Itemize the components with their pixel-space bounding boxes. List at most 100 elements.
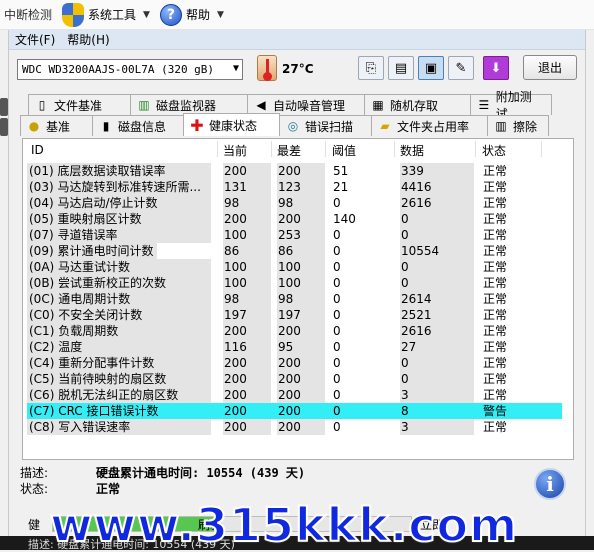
- table-row[interactable]: (0C) 通电周期计数 98 98 0 2614 正常: [27, 291, 562, 307]
- worst-value: 98: [277, 195, 325, 211]
- speaker-icon: ◀: [256, 98, 266, 112]
- tab-folder-usage[interactable]: ▰ 文件夹占用率: [371, 115, 488, 136]
- bulb-icon: ●: [28, 119, 40, 133]
- column-divider: [325, 141, 326, 157]
- app-toolbar: WDC WD3200AAJS-00L7A (320 gB) ▼ 27°C ⎘ ▤…: [9, 50, 585, 86]
- attribute-name: (C4) 重新分配事件计数: [27, 355, 211, 371]
- column-header-worst[interactable]: 最差: [277, 142, 301, 159]
- host-title: 中断检测: [4, 8, 53, 22]
- column-header-threshold[interactable]: 阈值: [332, 142, 356, 159]
- worst-value: 100: [277, 275, 325, 291]
- worst-value: 197: [277, 307, 325, 323]
- status-value: 正常: [483, 276, 508, 290]
- threshold-value: 0: [333, 260, 341, 274]
- attribute-name: (04) 马达启动/停止计数: [27, 195, 211, 211]
- options-button[interactable]: ✎: [448, 56, 474, 80]
- description-label: 描述:: [20, 466, 49, 480]
- table-row[interactable]: (07) 寻道错误率 100 253 0 0 正常: [27, 227, 562, 243]
- table-row[interactable]: (03) 马达旋转到标准转速所需... 131 123 21 4416 正常: [27, 179, 562, 195]
- current-value: 98: [223, 291, 271, 307]
- threshold-value: 0: [333, 388, 341, 402]
- tab-label: 自动噪音管理: [273, 98, 346, 113]
- table-row[interactable]: (C1) 负载周期数 200 200 0 2616 正常: [27, 323, 562, 339]
- tab-erase[interactable]: ▥ 擦除: [487, 115, 549, 136]
- screenshot-button[interactable]: ▣: [418, 56, 444, 80]
- data-value: 0: [400, 355, 474, 371]
- table-row[interactable]: (C5) 当前待映射的扇区数 200 200 0 0 正常: [27, 371, 562, 387]
- tab-error-scan[interactable]: ◎ 错误扫描: [279, 115, 372, 136]
- tab-disk-monitor[interactable]: ▥ 磁盘监视器: [130, 94, 248, 115]
- save-button[interactable]: ⬇: [483, 56, 509, 80]
- data-value: 0: [400, 211, 474, 227]
- tab-extra-tests[interactable]: ☰ 附加测试: [470, 90, 552, 121]
- drive-select[interactable]: WDC WD3200AAJS-00L7A (320 gB) ▼: [17, 59, 243, 80]
- attribute-name: (07) 寻道错误率: [27, 227, 211, 243]
- data-value: 3: [400, 387, 474, 403]
- magnifier-icon: ◎: [287, 119, 299, 133]
- worst-value: 200: [277, 387, 325, 403]
- system-tools-menu[interactable]: 系统工具 ▼: [62, 2, 150, 27]
- copy-image-button[interactable]: ▤: [388, 56, 414, 80]
- tab-file-benchmark[interactable]: ▯ 文件基准: [28, 94, 131, 115]
- worst-value: 100: [277, 259, 325, 275]
- table-row[interactable]: (C8) 写入错误速率 200 200 0 3 正常: [27, 419, 562, 435]
- status-value: 正常: [483, 244, 508, 258]
- table-row[interactable]: (0B) 尝试重新校正的次数 100 100 0 0 正常: [27, 275, 562, 291]
- tab-label: 错误扫描: [305, 119, 354, 134]
- table-row[interactable]: (C7) CRC 接口错误计数 200 200 0 8 警告: [27, 403, 562, 419]
- side-mark: [0, 98, 8, 116]
- grid-icon: ▦: [372, 98, 384, 112]
- data-value: 8: [401, 404, 409, 418]
- tab-disk-info[interactable]: ▮ 磁盘信息: [92, 115, 184, 136]
- disk-icon: ▮: [102, 119, 110, 133]
- current-value: 200: [223, 387, 271, 403]
- tab-label: 磁盘信息: [118, 119, 167, 134]
- tab-random-access[interactable]: ▦ 随机存取: [364, 94, 471, 115]
- tab-benchmark[interactable]: ● 基准: [20, 115, 93, 136]
- tabs-bottom-row: ● 基准 ▮ 磁盘信息 ✚ 健康状态 ◎ 错误扫描 ▰ 文件夹占用率 ▥ 擦除: [20, 113, 549, 136]
- table-row[interactable]: (C2) 温度 116 95 0 27 正常: [27, 339, 562, 355]
- table-row[interactable]: (09) 累计通电时间计数 86 86 0 10554 正常: [27, 243, 562, 259]
- current-value: 131: [223, 179, 271, 195]
- copy-text-button[interactable]: ⎘: [358, 56, 384, 80]
- current-value: 116: [223, 339, 271, 355]
- worst-value: 123: [277, 179, 325, 195]
- column-header-status[interactable]: 状态: [482, 142, 506, 159]
- copy-icon: ⎘: [365, 60, 377, 76]
- tab-health[interactable]: ✚ 健康状态: [183, 113, 280, 136]
- attribute-name: (C8) 写入错误速率: [27, 419, 211, 435]
- attribute-name: (0B) 尝试重新校正的次数: [27, 275, 211, 291]
- column-header-id[interactable]: ID: [31, 143, 44, 157]
- column-header-current[interactable]: 当前: [223, 142, 247, 159]
- status-value: 正常: [483, 260, 508, 274]
- tab-aam[interactable]: ◀ 自动噪音管理: [247, 94, 365, 115]
- column-divider: [475, 141, 476, 157]
- status-value: 正常: [483, 164, 508, 178]
- table-row[interactable]: (C6) 脱机无法纠正的扇区数 200 200 0 3 正常: [27, 387, 562, 403]
- threshold-value: 21: [333, 180, 349, 194]
- threshold-value: 0: [333, 420, 341, 434]
- table-row[interactable]: (C4) 重新分配事件计数 200 200 0 0 正常: [27, 355, 562, 371]
- menu-help[interactable]: 帮助(H): [61, 31, 115, 48]
- attribute-name: (05) 重映射扇区计数: [27, 211, 211, 227]
- column-header-data[interactable]: 数据: [400, 142, 424, 159]
- table-header: ID 当前 最差 阈值 数据 状态: [27, 141, 562, 159]
- table-row[interactable]: (C0) 不安全关闭计数 197 197 0 2521 正常: [27, 307, 562, 323]
- table-row[interactable]: (0A) 马达重试计数 100 100 0 0 正常: [27, 259, 562, 275]
- worst-value: 200: [277, 355, 325, 371]
- help-menu[interactable]: ? 帮助 ▼: [159, 3, 224, 26]
- menu-file[interactable]: 文件(F): [9, 31, 61, 48]
- status-value: 正常: [483, 180, 508, 194]
- table-row[interactable]: (04) 马达启动/停止计数 98 98 0 2616 正常: [27, 195, 562, 211]
- current-value: 200: [223, 355, 271, 371]
- info-icon[interactable]: i: [534, 468, 566, 500]
- table-row[interactable]: (05) 重映射扇区计数 200 200 140 0 正常: [27, 211, 562, 227]
- tab-label: 磁盘监视器: [156, 98, 217, 113]
- chevron-down-icon: ▼: [143, 9, 150, 20]
- camera-icon: ▣: [424, 60, 438, 76]
- data-value: 0: [400, 227, 474, 243]
- table-row[interactable]: (01) 底层数据读取错误率 200 200 51 339 正常: [27, 163, 562, 179]
- attribute-name: (C0) 不安全关闭计数: [27, 307, 211, 323]
- threshold-value: 0: [333, 308, 341, 322]
- exit-button[interactable]: 退出: [523, 55, 577, 80]
